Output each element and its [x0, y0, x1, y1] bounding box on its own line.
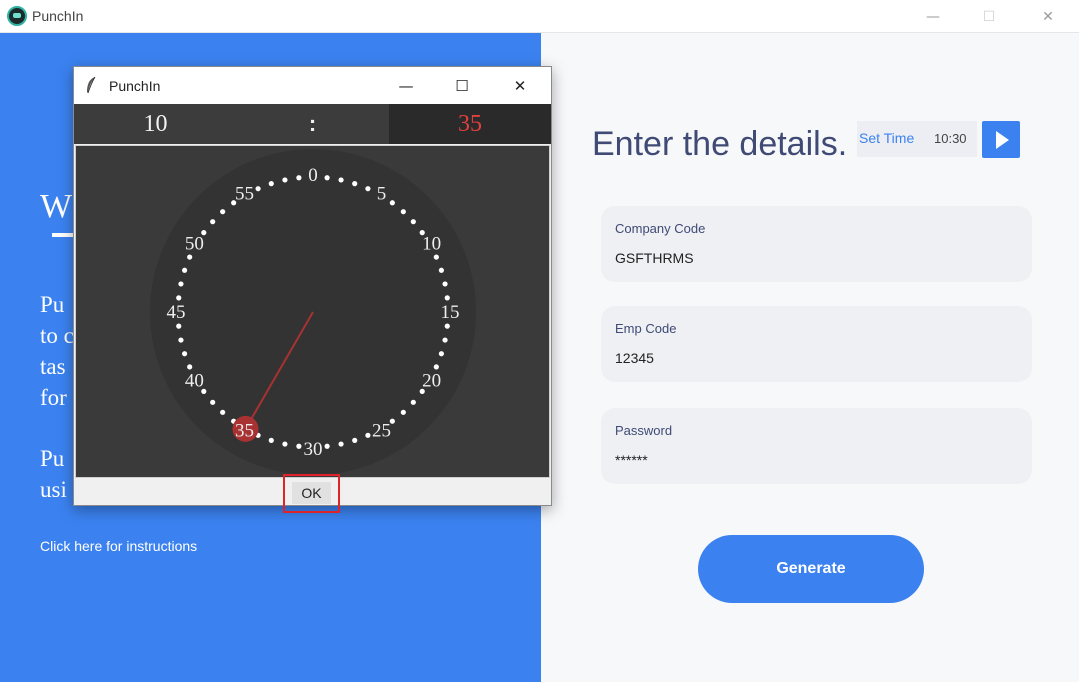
minute-tick: [338, 177, 344, 183]
dialog-close-button[interactable]: ✕: [492, 67, 548, 104]
minute-tick: [220, 209, 226, 215]
minute-tick: [296, 443, 302, 449]
minute-tick: [438, 351, 444, 357]
dialog-maximize-button[interactable]: ☐: [434, 67, 490, 104]
minute-tick: [282, 441, 288, 447]
dialog-minimize-button[interactable]: —: [378, 67, 434, 104]
minute-tick: [400, 209, 406, 215]
minute-tick: [187, 254, 193, 260]
minute-tick: [352, 437, 358, 443]
minute-tick: [365, 186, 371, 192]
minute-tick: [176, 323, 182, 329]
app-logo-icon: [7, 6, 27, 26]
minute-tick: [438, 267, 444, 273]
minute-tick: [410, 399, 416, 405]
minimize-button[interactable]: —: [910, 0, 956, 33]
screen: PunchIn — ☐ ✕ W Pu to c tas for Pu usi C…: [0, 0, 1079, 682]
dial-label: 45: [167, 302, 186, 323]
dial-label: 10: [422, 234, 441, 255]
minute-tick: [255, 186, 261, 192]
clock-face-area: 0 5 10 15 20 25 30 35 40 45 50 55: [75, 145, 550, 478]
form-panel: Enter the details. Set Time 10:30 Compan…: [541, 33, 1079, 682]
window-title: PunchIn: [32, 8, 84, 24]
hours-display[interactable]: 10: [74, 104, 237, 144]
minute-tick: [182, 351, 188, 357]
minute-tick: [389, 200, 395, 206]
dial-label: 15: [441, 302, 460, 323]
minute-tick: [220, 409, 226, 415]
minute-tick: [178, 281, 184, 287]
generate-button[interactable]: Generate: [698, 535, 924, 603]
dial-label: 55: [235, 183, 254, 204]
dial-label: 5: [377, 183, 387, 204]
minute-tick: [296, 175, 302, 181]
minute-tick: [365, 432, 371, 438]
ok-highlight: OK: [283, 474, 340, 513]
play-icon: [996, 130, 1009, 149]
minute-tick: [433, 364, 439, 370]
dialog-title: PunchIn: [109, 78, 161, 94]
minute-tick: [338, 441, 344, 447]
minute-tick: [352, 181, 358, 187]
dial-label: 35: [235, 421, 254, 442]
company-code-input[interactable]: GSFTHRMS: [615, 250, 1015, 266]
minutes-display[interactable]: 35: [389, 104, 551, 144]
minute-tick: [400, 409, 406, 415]
ok-button[interactable]: OK: [292, 482, 331, 504]
dial-label: 40: [185, 371, 204, 392]
minute-tick: [442, 337, 448, 343]
minute-tick: [182, 267, 188, 273]
minute-tick: [433, 254, 439, 260]
minute-tick: [187, 364, 193, 370]
time-display: 10 : 35: [74, 104, 551, 144]
minute-tick: [178, 337, 184, 343]
minute-tick: [210, 399, 216, 405]
dial-label: 20: [422, 371, 441, 392]
dial-label: 50: [185, 234, 204, 255]
set-time-control[interactable]: Set Time 10:30: [857, 121, 977, 157]
close-button[interactable]: ✕: [1025, 0, 1071, 33]
play-button[interactable]: [982, 121, 1020, 158]
password-input[interactable]: ******: [615, 452, 1015, 468]
welcome-heading: W: [40, 188, 73, 225]
dial-label: 30: [304, 439, 323, 460]
time-separator: :: [308, 111, 317, 136]
minute-tick: [324, 175, 330, 181]
set-time-value: 10:30: [934, 131, 967, 146]
set-time-label[interactable]: Set Time: [859, 130, 914, 146]
emp-code-label: Emp Code: [615, 321, 677, 336]
minute-tick: [442, 281, 448, 287]
form-heading: Enter the details.: [592, 125, 848, 163]
dialog-titlebar: PunchIn — ☐ ✕: [74, 67, 551, 104]
feather-icon: [87, 76, 96, 94]
dial-label: 0: [308, 165, 318, 186]
minute-tick: [282, 177, 288, 183]
minute-tick: [324, 443, 330, 449]
company-code-label: Company Code: [615, 221, 706, 236]
company-code-field[interactable]: Company Code GSFTHRMS: [601, 206, 1032, 282]
password-label: Password: [615, 423, 673, 438]
instructions-link[interactable]: Click here for instructions: [40, 538, 197, 554]
main-titlebar: PunchIn — ☐ ✕: [0, 0, 1079, 33]
minute-tick: [444, 295, 450, 301]
password-field[interactable]: Password ******: [601, 408, 1032, 484]
minute-dial[interactable]: 0 5 10 15 20 25 30 35 40 45 50 55: [76, 146, 549, 477]
minute-tick: [210, 219, 216, 225]
dial-label: 25: [372, 421, 391, 442]
emp-code-input[interactable]: 12345: [615, 350, 1015, 366]
time-picker-dialog: PunchIn — ☐ ✕ 10 : 35 0 5 10 15 20 25 30 35 40 45…: [73, 66, 552, 513]
minute-tick: [268, 437, 274, 443]
maximize-button[interactable]: ☐: [966, 0, 1012, 33]
emp-code-field[interactable]: Emp Code 12345: [601, 306, 1032, 382]
minute-tick: [444, 323, 450, 329]
minute-tick: [410, 219, 416, 225]
minute-tick: [268, 181, 274, 187]
minute-tick: [176, 295, 182, 301]
